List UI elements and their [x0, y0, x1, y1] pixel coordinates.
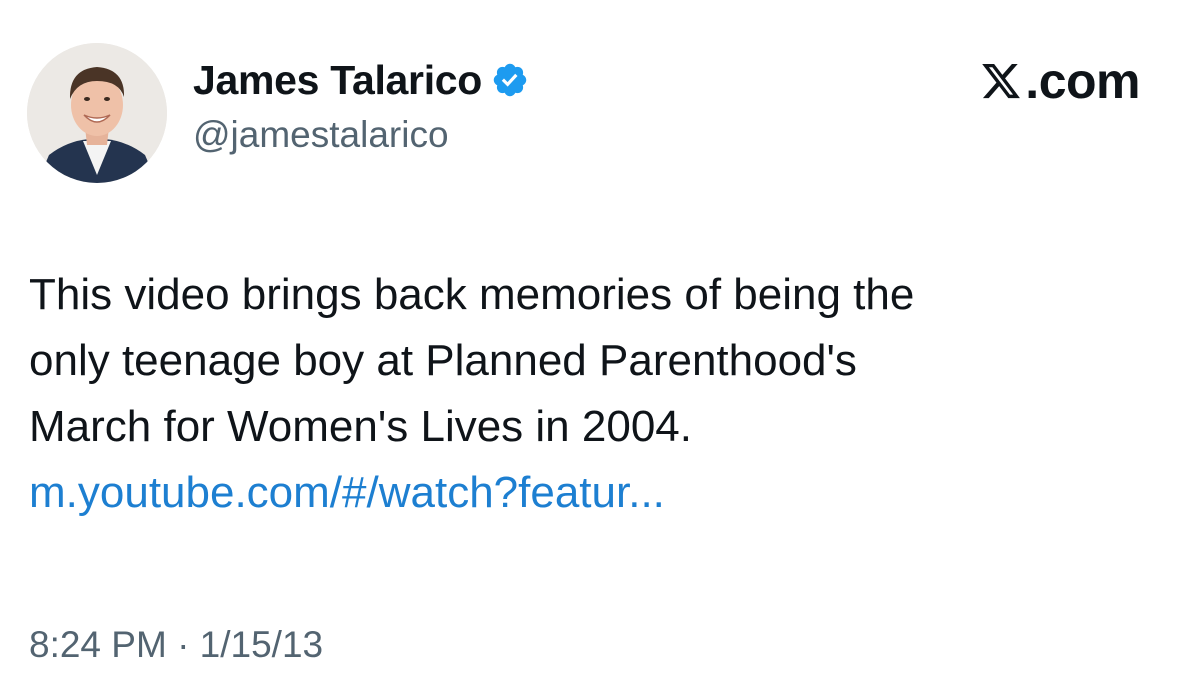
- author-display-name[interactable]: James Talarico: [193, 57, 482, 104]
- author-name-row: James Talarico: [193, 54, 529, 106]
- tweet-timestamp[interactable]: 8:24 PM · 1/15/13: [29, 624, 323, 666]
- tweet-text-line: March for Women's Lives in 2004.: [29, 402, 692, 451]
- x-logo-icon: [982, 63, 1021, 99]
- tweet-link[interactable]: m.youtube.com/#/watch?featur...: [29, 460, 1169, 526]
- tweet-body: This video brings back memories of being…: [29, 262, 1169, 526]
- tweet-text-line: only teenage boy at Planned Parenthood's: [29, 336, 857, 385]
- brand-label: .com: [1025, 53, 1140, 109]
- avatar[interactable]: [27, 43, 167, 183]
- verified-badge-icon: [491, 61, 529, 99]
- brand-mark: .com: [979, 52, 1140, 110]
- tweet-text-line: This video brings back memories of being…: [29, 270, 915, 319]
- tweet-card: James Talarico @jamestalarico .com This …: [0, 0, 1200, 688]
- author-handle[interactable]: @jamestalarico: [193, 114, 449, 156]
- avatar-photo: [27, 43, 167, 183]
